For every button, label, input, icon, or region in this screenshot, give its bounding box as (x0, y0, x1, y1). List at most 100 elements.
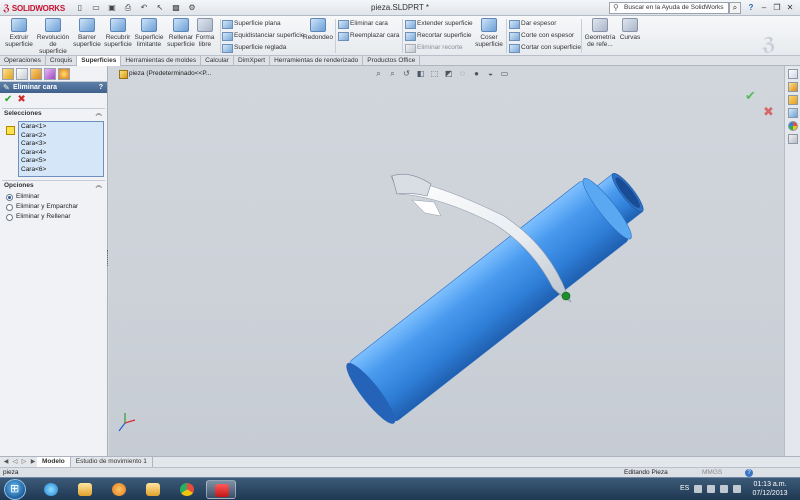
3d-model[interactable] (109, 66, 784, 456)
prev-tab-icon[interactable]: ◁ (11, 458, 19, 466)
radio-eliminar-rellenar[interactable]: Eliminar y Rellenar (4, 212, 103, 222)
list-item[interactable]: Cara<5> (21, 157, 101, 166)
solidworks-logo[interactable]: ℨ SOLIDWORKS (3, 2, 65, 14)
list-item[interactable]: Cara<3> (21, 140, 101, 149)
knit-surface-icon (481, 18, 497, 32)
tray-flag-icon[interactable] (707, 485, 716, 493)
property-manager-icon[interactable] (16, 68, 28, 80)
tab-calcular[interactable]: Calcular (201, 56, 234, 66)
surface-cut-button[interactable]: Cortar con superficie (509, 42, 581, 53)
faces-selection-list[interactable]: Cara<1> Cara<2> Cara<3> Cara<4> Cara<5> … (18, 121, 104, 177)
thickened-cut-button[interactable]: Corte con espesor (509, 30, 574, 41)
replace-face-button[interactable]: Reemplazar cara (338, 30, 400, 41)
revolve-surface-button[interactable]: Revolución de superficie (36, 18, 70, 55)
start-button[interactable] (4, 479, 26, 500)
close-button[interactable]: ✕ (785, 2, 795, 13)
dimxpert-manager-icon[interactable] (44, 68, 56, 80)
tab-modelo[interactable]: Modelo (37, 457, 71, 467)
help-search-input[interactable]: Buscar en la Ayuda de SolidWorks (609, 2, 729, 14)
loft-surface-button[interactable]: Recubrir superficie (101, 18, 135, 54)
feature-tree-icon[interactable] (2, 68, 14, 80)
graphics-area[interactable]: pieza (Predeterminado<<P... ⌕ ⌕ ↺ ◧ ⬚ ◩ … (109, 66, 784, 456)
solidworks-resources-icon[interactable] (788, 69, 798, 79)
delete-face-button[interactable]: Eliminar cara (338, 18, 388, 29)
taskbar-clock[interactable]: 01:13 a.m. 07/12/2013 (748, 480, 792, 498)
appearances-icon[interactable] (788, 121, 798, 131)
radio-eliminar[interactable]: Eliminar (4, 192, 103, 202)
status-help-icon[interactable]: ? (745, 469, 753, 477)
display-manager-icon[interactable] (58, 68, 70, 80)
file-explorer-icon[interactable] (788, 95, 798, 105)
tray-show-hidden-icon[interactable] (694, 485, 703, 493)
tab-scroll-arrows: ◀ ◁ ▷ ▶ (0, 458, 37, 466)
minimize-button[interactable]: – (759, 2, 769, 13)
list-item[interactable]: Cara<2> (21, 132, 101, 141)
selections-group-header[interactable]: Selecciones ︽ (2, 108, 105, 118)
tab-herramientas-moldes[interactable]: Herramientas de moldes (121, 56, 202, 66)
offset-surface-button[interactable]: Equidistanciar superficie (222, 30, 304, 41)
extend-surface-button[interactable]: Extender superficie (405, 18, 473, 29)
select-icon[interactable]: ↖ (154, 2, 166, 13)
curves-button[interactable]: Curvas (617, 18, 643, 54)
taskbar-media-player[interactable] (104, 480, 134, 499)
search-button[interactable]: ⌕ (729, 2, 741, 14)
collapse-chevron-icon[interactable]: ︽ (96, 181, 103, 191)
print-icon[interactable]: ⎙ (122, 2, 134, 13)
trim-surface-button[interactable]: Recortar superficie (405, 30, 472, 41)
thicken-button[interactable]: Dar espesor (509, 18, 556, 29)
fillet-button[interactable]: Redondeo (303, 18, 333, 54)
design-library-icon[interactable] (788, 82, 798, 92)
ruled-surface-button[interactable]: Superficie reglada (222, 42, 286, 53)
first-tab-icon[interactable]: ◀ (2, 458, 10, 466)
taskbar-chrome[interactable] (172, 480, 202, 499)
folder-icon (78, 483, 92, 496)
taskbar-app[interactable] (138, 480, 168, 499)
list-item[interactable]: Cara<6> (21, 166, 101, 175)
untrim-surface-button[interactable]: Eliminar recorte (405, 42, 463, 53)
tab-croquis[interactable]: Croquis (46, 56, 78, 66)
clock-date: 07/12/2013 (752, 490, 788, 497)
taskbar-internet-explorer[interactable] (36, 480, 66, 499)
help-button[interactable]: ? (745, 2, 757, 14)
configuration-manager-icon[interactable] (30, 68, 42, 80)
tab-superficies[interactable]: Superficies (77, 56, 122, 66)
taskbar-file-explorer[interactable] (70, 480, 100, 499)
ok-check-icon[interactable]: ✔ (4, 95, 12, 105)
options-group-header[interactable]: Opciones ︽ (2, 180, 105, 190)
list-item[interactable]: Cara<4> (21, 149, 101, 158)
boundary-surface-button[interactable]: Superficie limitante (132, 18, 166, 54)
planar-surface-button[interactable]: Superficie plana (222, 18, 281, 29)
save-icon[interactable]: ▣ (106, 2, 118, 13)
view-palette-icon[interactable] (788, 108, 798, 118)
last-tab-icon[interactable]: ▶ (29, 458, 37, 466)
input-language[interactable]: ES (680, 482, 689, 496)
list-item[interactable]: Cara<1> (21, 123, 101, 132)
tab-productos-office[interactable]: Productos Office (363, 56, 421, 66)
cancel-x-icon[interactable]: ✖ (17, 95, 25, 105)
knit-surface-button[interactable]: Coser superficie (474, 18, 504, 54)
extrude-surface-button[interactable]: Extruir superficie (2, 18, 36, 54)
pm-help-button[interactable]: ? (99, 82, 103, 93)
tab-motion-study[interactable]: Estudio de movimiento 1 (71, 457, 153, 467)
brand-name: SOLIDWORKS (11, 3, 65, 13)
reference-geometry-button[interactable]: Geometría de refe... (583, 18, 617, 54)
tab-herramientas-renderizado[interactable]: Herramientas de renderizado (270, 56, 364, 66)
undo-icon[interactable]: ↶ (138, 2, 150, 13)
freeform-button[interactable]: Forma libre (192, 18, 218, 54)
tab-dimxpert[interactable]: DimXpert (234, 56, 271, 66)
tray-network-icon[interactable] (720, 485, 729, 493)
options-icon[interactable]: ⚙ (186, 2, 198, 13)
ds-logo-icon: ℨ (3, 2, 10, 13)
next-tab-icon[interactable]: ▷ (20, 458, 28, 466)
custom-properties-icon[interactable] (788, 134, 798, 144)
tray-volume-icon[interactable] (733, 485, 742, 493)
tab-operaciones[interactable]: Operaciones (0, 56, 46, 66)
radio-eliminar-emparchar[interactable]: Eliminar y Emparchar (4, 202, 103, 212)
rebuild-icon[interactable]: ▩ (170, 2, 182, 13)
sweep-surface-button[interactable]: Barrer superficie (70, 18, 104, 54)
window-controls: – ❐ ✕ (759, 2, 795, 13)
open-icon[interactable]: ▭ (90, 2, 102, 13)
taskbar-solidworks[interactable] (206, 480, 236, 499)
restore-button[interactable]: ❐ (772, 2, 782, 13)
new-icon[interactable]: ▯ (74, 2, 86, 13)
